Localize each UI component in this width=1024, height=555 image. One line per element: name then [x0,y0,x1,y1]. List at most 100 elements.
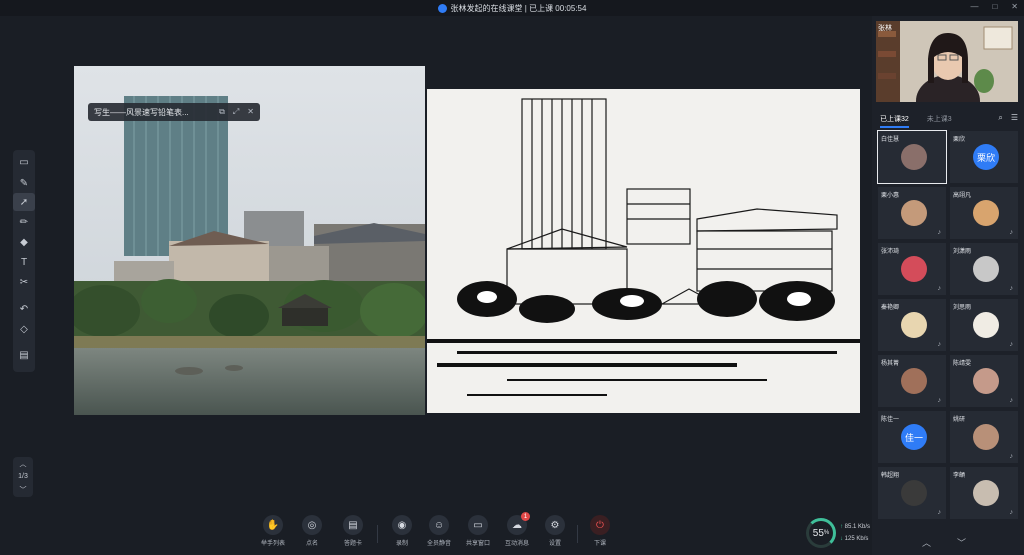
student-name: 韩超翔 [881,473,900,479]
download-value: 125 [844,536,855,542]
student-tile[interactable]: 秦艳卿 ♪ [877,298,947,352]
message-badge: 1 [521,512,530,521]
toolbox-more-icon[interactable]: ▤ [13,346,35,364]
window-title: 张林发起的在线课堂 | 已上课 00:05:54 [450,3,587,13]
mic-icon: ♪ [937,509,942,516]
restore-icon[interactable]: ⧉ [219,107,225,117]
student-tile[interactable]: 杨其菁 ♪ [877,354,947,408]
student-tile[interactable]: 栗小惠 ♪ [877,186,947,240]
search-icon[interactable]: ⌕ [998,113,1002,123]
student-avatar [901,368,927,394]
window-controls: — □ ✕ [970,2,1018,11]
student-tile[interactable]: 张沛琦 ♪ [877,242,947,296]
window-title-wrap: 张林发起的在线课堂 | 已上课 00:05:54 [0,0,1024,16]
end-class-label: 下课 [593,541,606,547]
record-label: 录制 [395,541,408,547]
popup-close-icon[interactable]: ✕ [247,107,254,117]
tab-joined[interactable]: 已上课32 [880,114,909,128]
message-icon: ☁ 1 [507,512,530,535]
student-avatar [901,312,927,338]
interactive-message-button[interactable]: ☁ 1 互动消息 [497,512,537,553]
download-speed: ↓ 125 Kb/s [840,536,868,542]
teacher-video[interactable]: 张林 [876,21,1018,102]
student-tile[interactable]: 李頔 ♪ [949,466,1019,520]
student-name: 陈靖雯 [953,361,972,367]
settings-label: 设置 [548,541,561,547]
network-percent-unit: % [823,530,830,536]
mic-icon: ♪ [937,397,942,404]
roll-call-icon: ◎ [302,515,322,535]
toolbar-divider [377,525,378,543]
student-tile[interactable]: 栗欣 栗欣 [949,130,1019,184]
scissors-icon[interactable]: ✂ [13,273,35,291]
message-glyph: ☁ [512,519,522,531]
laser-pointer-icon[interactable]: ✎ [13,174,35,192]
student-tile[interactable]: 白佳慧 [877,130,947,184]
student-avatar [901,200,927,226]
student-tile[interactable]: 陈靖雯 ♪ [949,354,1019,408]
title-bar: 张林发起的在线课堂 | 已上课 00:05:54 — □ ✕ [0,0,1024,16]
menu-icon[interactable]: ☰ [1011,113,1018,123]
raise-hand-label: 举手列表 [260,541,285,547]
panel-actions: ⌕ ☰ [998,113,1018,123]
end-class-button[interactable]: ⏻ 下课 [580,515,620,553]
upload-value: 85.1 [844,524,857,530]
document-popup[interactable]: 写生——风景速写铅笔表... ⧉ ⤢ ✕ [88,103,260,121]
share-window-button[interactable]: ▭ 共享窗口 [458,515,498,553]
student-avatar [901,144,927,170]
student-name: 刘思雨 [953,305,972,311]
roll-call-button[interactable]: ◎ 点名 [292,515,332,553]
bottom-toolbar: ✋ 举手列表 ◎ 点名 ▤ 答题卡 ◉ 录制 ☺ 全员静音 ▭ 共享窗口 ☁ 1… [0,511,872,555]
student-tile[interactable]: 陈佳一 佳一 [877,410,947,464]
student-name: 栗欣 [953,137,966,143]
student-name: 杨其菁 [881,361,900,367]
page-navigator: ︿ 1/3 ﹀ [13,457,33,497]
mute-all-icon: ☺ [429,515,449,535]
pen-icon[interactable]: ✏ [13,213,35,231]
interactive-message-label: 互动消息 [504,541,529,547]
share-window-icon: ▭ [468,515,488,535]
student-name: 白佳慧 [881,137,900,143]
raise-hand-button[interactable]: ✋ 举手列表 [253,515,293,553]
select-cursor-icon[interactable]: ➚ [13,193,35,211]
mute-all-button[interactable]: ☺ 全员静音 [419,515,459,553]
student-tile[interactable]: 刘潇雨 ♪ [949,242,1019,296]
popup-controls: ⧉ ⤢ ✕ [219,107,254,117]
teacher-video-image [876,21,1018,102]
scroll-down-icon[interactable]: ﹀ [957,536,966,549]
mic-icon: ♪ [1009,285,1014,292]
close-icon[interactable]: ✕ [1011,2,1018,11]
settings-button[interactable]: ⚙ 设置 [535,515,575,553]
mic-icon: ♪ [1009,397,1014,404]
minimize-icon[interactable]: — [970,2,978,11]
scroll-up-icon[interactable]: ︿ [922,536,931,549]
tab-not-joined[interactable]: 未上课3 [927,114,952,128]
text-tool-icon[interactable]: T [13,253,35,271]
student-tile[interactable]: 高翊凡 ♪ [949,186,1019,240]
sketch-drawing-image [427,89,860,413]
fullscreen-icon[interactable]: ⤢ [233,107,239,117]
popup-title: 写生——风景速写铅笔表... [94,107,189,117]
participant-tabs: 已上课32 未上课3 [880,114,952,128]
student-tile[interactable]: 韩超翔 ♪ [877,466,947,520]
eraser-icon[interactable]: ◇ [13,320,35,338]
maximize-icon[interactable]: □ [992,2,997,11]
student-tile[interactable]: 姚研 ♪ [949,410,1019,464]
student-name: 秦艳卿 [881,305,900,311]
answer-card-button[interactable]: ▤ 答题卡 [333,515,373,553]
student-avatar [901,480,927,506]
share-window-label: 共享窗口 [465,541,490,547]
page-down-icon[interactable]: ﹀ [20,485,27,495]
student-name: 栗小惠 [881,193,900,199]
student-tile[interactable]: 刘思雨 ♪ [949,298,1019,352]
file-icon[interactable]: ▭ [13,153,35,171]
network-percent: 55 [812,527,824,539]
undo-icon[interactable]: ↶ [13,300,35,318]
mic-icon: ♪ [937,229,942,236]
student-avatar [973,200,999,226]
page-up-icon[interactable]: ︿ [20,459,27,469]
shapes-icon[interactable]: ◆ [13,233,35,251]
answer-card-icon: ▤ [343,515,363,535]
mic-icon: ♪ [937,285,942,292]
record-button[interactable]: ◉ 录制 [382,515,422,553]
